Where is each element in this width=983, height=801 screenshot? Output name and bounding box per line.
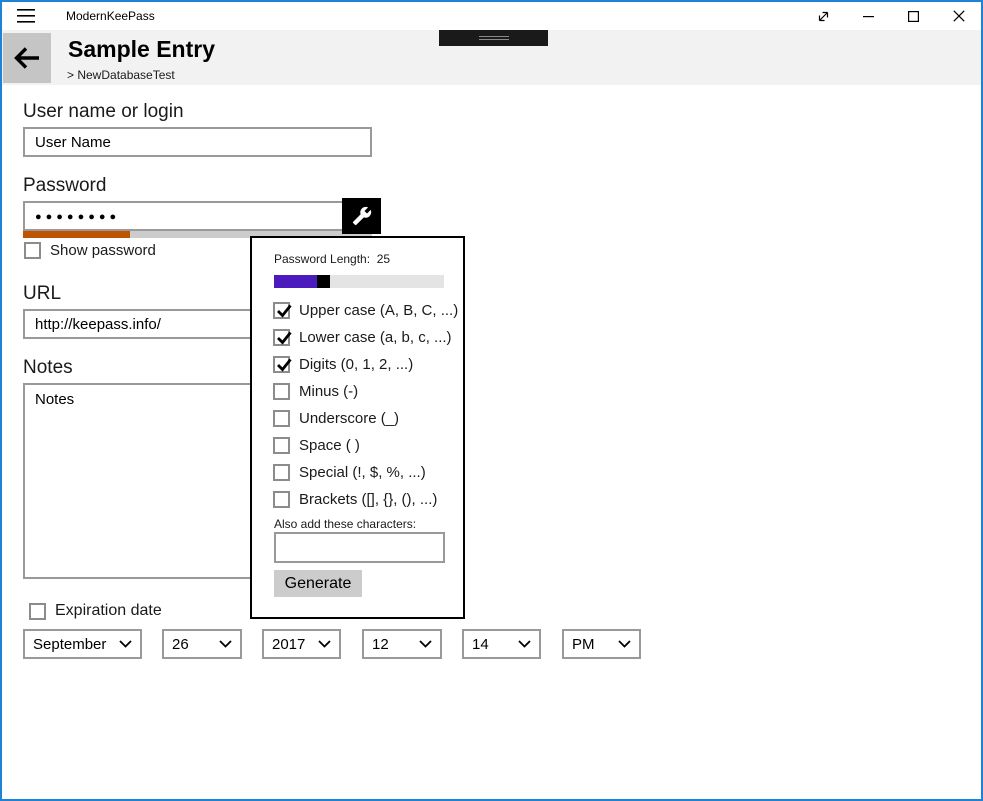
back-button[interactable] bbox=[3, 33, 51, 83]
show-password-label: Show password bbox=[50, 242, 156, 259]
minute-select-value: 14 bbox=[472, 636, 489, 653]
title-bar: ModernKeePass bbox=[2, 2, 981, 30]
year-select[interactable]: 2017 bbox=[262, 629, 341, 659]
option-checkbox-box[interactable] bbox=[273, 356, 290, 373]
fullscreen-button[interactable] bbox=[801, 2, 846, 30]
minimize-button[interactable] bbox=[846, 2, 891, 30]
hamburger-menu-button[interactable] bbox=[2, 2, 50, 30]
chevron-down-icon bbox=[419, 640, 432, 648]
slider-thumb[interactable] bbox=[317, 275, 330, 288]
breadcrumb: > NewDatabaseTest bbox=[67, 68, 175, 82]
app-bar-more-handle[interactable] bbox=[439, 30, 548, 46]
option-checkbox-box[interactable] bbox=[273, 383, 290, 400]
option-checkbox-box[interactable] bbox=[273, 329, 290, 346]
option-label: Brackets ([], {}, (), ...) bbox=[299, 491, 437, 508]
checkmark-icon bbox=[274, 328, 294, 348]
option-upper-case[interactable]: Upper case (A, B, C, ...) bbox=[273, 302, 458, 319]
window-controls bbox=[801, 2, 981, 30]
password-length-text: Password Length: bbox=[274, 252, 370, 266]
maximize-icon bbox=[908, 11, 919, 22]
password-strength-fill bbox=[23, 231, 130, 238]
option-digits[interactable]: Digits (0, 1, 2, ...) bbox=[273, 356, 413, 373]
year-select-value: 2017 bbox=[272, 636, 305, 653]
generate-button[interactable]: Generate bbox=[274, 570, 362, 597]
chevron-down-icon bbox=[119, 640, 132, 648]
chevron-down-icon bbox=[518, 640, 531, 648]
notes-label: Notes bbox=[23, 357, 73, 379]
option-minus[interactable]: Minus (-) bbox=[273, 383, 358, 400]
option-checkbox-box[interactable] bbox=[273, 437, 290, 454]
minute-select[interactable]: 14 bbox=[462, 629, 541, 659]
option-brackets[interactable]: Brackets ([], {}, (), ...) bbox=[273, 491, 437, 508]
day-select[interactable]: 26 bbox=[162, 629, 242, 659]
app-window: ModernKeePass bbox=[0, 0, 983, 801]
checkmark-icon bbox=[274, 301, 294, 321]
option-label: Underscore (_) bbox=[299, 410, 399, 427]
option-lower-case[interactable]: Lower case (a, b, c, ...) bbox=[273, 329, 452, 346]
month-select[interactable]: September bbox=[23, 629, 142, 659]
option-label: Digits (0, 1, 2, ...) bbox=[299, 356, 413, 373]
url-label: URL bbox=[23, 283, 61, 305]
username-input[interactable] bbox=[23, 127, 372, 157]
minimize-icon bbox=[863, 11, 874, 22]
back-arrow-icon bbox=[12, 43, 42, 73]
expiration-date-checkbox[interactable]: Expiration date bbox=[29, 602, 162, 620]
option-checkbox-box[interactable] bbox=[273, 464, 290, 481]
hour-select-value: 12 bbox=[372, 636, 389, 653]
option-label: Space ( ) bbox=[299, 437, 360, 454]
chevron-down-icon bbox=[219, 640, 232, 648]
option-underscore[interactable]: Underscore (_) bbox=[273, 410, 399, 427]
maximize-button[interactable] bbox=[891, 2, 936, 30]
password-generator-flyout: Password Length: 25 Upper case (A, B, C,… bbox=[250, 236, 465, 619]
option-label: Special (!, $, %, ...) bbox=[299, 464, 426, 481]
ampm-select-value: PM bbox=[572, 636, 595, 653]
wrench-icon bbox=[352, 206, 372, 226]
password-generator-button[interactable] bbox=[342, 198, 381, 234]
option-label: Lower case (a, b, c, ...) bbox=[299, 329, 452, 346]
option-checkbox-box[interactable] bbox=[273, 410, 290, 427]
option-special[interactable]: Special (!, $, %, ...) bbox=[273, 464, 426, 481]
password-length-slider[interactable] bbox=[274, 275, 444, 288]
checkmark-icon bbox=[274, 355, 294, 375]
also-add-input[interactable] bbox=[274, 532, 445, 563]
page-title: Sample Entry bbox=[68, 36, 215, 63]
show-password-checkbox[interactable]: Show password bbox=[24, 242, 156, 259]
option-space[interactable]: Space ( ) bbox=[273, 437, 360, 454]
password-length-label: Password Length: 25 bbox=[274, 252, 390, 266]
slider-fill bbox=[274, 275, 317, 288]
username-label: User name or login bbox=[23, 101, 184, 123]
show-password-checkbox-box[interactable] bbox=[24, 242, 41, 259]
password-label: Password bbox=[23, 175, 106, 197]
option-label: Upper case (A, B, C, ...) bbox=[299, 302, 458, 319]
option-label: Minus (-) bbox=[299, 383, 358, 400]
password-length-value: 25 bbox=[377, 252, 390, 266]
day-select-value: 26 bbox=[172, 636, 189, 653]
expiration-date-label: Expiration date bbox=[55, 602, 162, 620]
fullscreen-icon bbox=[816, 9, 831, 24]
month-select-value: September bbox=[33, 636, 106, 653]
option-checkbox-box[interactable] bbox=[273, 491, 290, 508]
password-input[interactable] bbox=[23, 201, 372, 231]
close-icon bbox=[953, 10, 965, 22]
window-title: ModernKeePass bbox=[66, 9, 155, 23]
ampm-select[interactable]: PM bbox=[562, 629, 641, 659]
hour-select[interactable]: 12 bbox=[362, 629, 442, 659]
chevron-down-icon bbox=[318, 640, 331, 648]
expiration-checkbox-box[interactable] bbox=[29, 603, 46, 620]
also-add-label: Also add these characters: bbox=[274, 517, 416, 531]
chevron-down-icon bbox=[618, 640, 631, 648]
close-button[interactable] bbox=[936, 2, 981, 30]
hamburger-icon bbox=[17, 9, 35, 23]
option-checkbox-box[interactable] bbox=[273, 302, 290, 319]
